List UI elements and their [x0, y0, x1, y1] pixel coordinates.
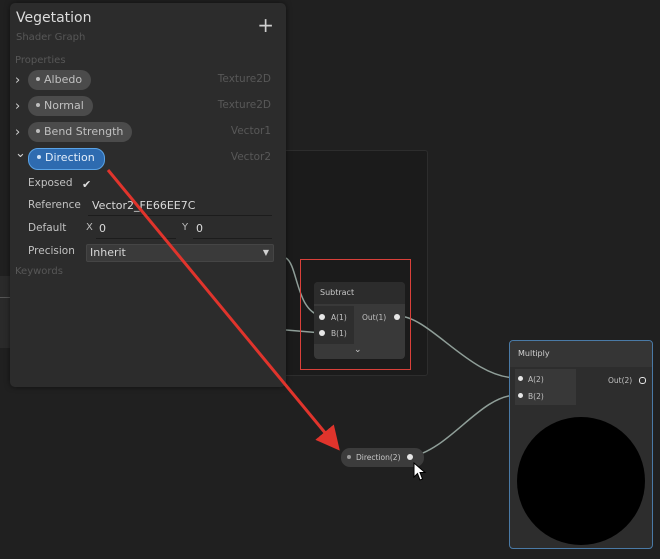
properties-header: Properties [15, 55, 66, 66]
default-y-underline [193, 238, 272, 239]
chevron-right-icon[interactable]: › [15, 73, 20, 89]
node-preview [517, 417, 645, 545]
reference-field[interactable]: Vector2_FE66EE7C [92, 199, 195, 212]
chevron-down-icon[interactable]: ⌄ [15, 146, 26, 162]
multiply-node[interactable]: Multiply A(2) B(2) Out(2) [509, 340, 653, 549]
default-label: Default [28, 222, 67, 234]
reference-label: Reference [28, 199, 81, 211]
direction-property-node[interactable]: Direction(2) [341, 448, 424, 467]
property-name: Bend Strength [44, 125, 124, 138]
add-property-button[interactable]: + [257, 15, 274, 35]
property-pill-normal[interactable]: Normal [28, 96, 93, 116]
property-name: Normal [44, 99, 84, 112]
property-row-bend-strength[interactable]: › Bend Strength Vector1 [10, 122, 286, 144]
shader-graph-canvas[interactable]: Vegetation Shader Graph + Properties › A… [0, 0, 660, 559]
property-type: Vector1 [230, 125, 271, 137]
precision-value: Inherit [90, 246, 126, 259]
property-type: Vector2 [230, 151, 271, 163]
input-port-b[interactable] [518, 393, 523, 398]
multiply-input-ports: A(2) B(2) [515, 369, 576, 405]
annotation-highlight-box [300, 259, 411, 370]
edge-direction-to-multiply [409, 394, 518, 458]
default-y-label: Y [182, 222, 189, 233]
output-port[interactable] [407, 454, 413, 460]
property-row-normal[interactable]: › Normal Texture2D [10, 96, 286, 118]
property-node-label: Direction(2) [356, 453, 401, 462]
property-pill-direction[interactable]: Direction [28, 148, 105, 170]
property-type: Texture2D [217, 73, 271, 85]
property-dot-icon [36, 129, 40, 133]
property-row-direction[interactable]: ⌄ Direction Vector2 [10, 146, 286, 170]
property-row-albedo[interactable]: › Albedo Texture2D [10, 70, 286, 92]
output-port[interactable] [639, 377, 646, 384]
blackboard-title: Vegetation [16, 10, 92, 26]
property-dot-icon [36, 77, 40, 81]
property-pill-bend-strength[interactable]: Bend Strength [28, 122, 133, 142]
input-port-a[interactable] [518, 376, 523, 381]
default-x-field[interactable]: 0 [99, 222, 106, 235]
exposed-label: Exposed [28, 177, 73, 189]
default-x-label: X [86, 222, 93, 233]
blackboard-panel: Vegetation Shader Graph + Properties › A… [10, 3, 286, 387]
exposed-checkbox[interactable]: ✔ [82, 178, 91, 191]
property-pill-albedo[interactable]: Albedo [28, 70, 92, 90]
property-name: Albedo [44, 73, 83, 86]
precision-dropdown[interactable]: Inherit ▼ [86, 244, 274, 262]
input-port-b-label: B(2) [528, 392, 544, 401]
default-y-field[interactable]: 0 [196, 222, 203, 235]
reference-underline [88, 215, 272, 216]
multiply-node-header[interactable]: Multiply [510, 341, 652, 367]
property-dot-icon [37, 155, 41, 159]
keywords-header: Keywords [15, 266, 63, 277]
property-dot-icon [347, 455, 351, 459]
property-dot-icon [36, 103, 40, 107]
precision-label: Precision [28, 245, 75, 257]
multiply-node-title: Multiply [518, 349, 550, 358]
chevron-right-icon[interactable]: › [15, 125, 20, 141]
property-name: Direction [45, 151, 95, 164]
blackboard-subtitle: Shader Graph [16, 32, 86, 43]
chevron-right-icon[interactable]: › [15, 99, 20, 115]
property-type: Texture2D [217, 99, 271, 111]
mouse-cursor-icon [413, 462, 427, 481]
input-port-a-label: A(2) [528, 375, 544, 384]
output-port-label: Out(2) [608, 376, 633, 385]
default-x-underline [96, 238, 176, 239]
dropdown-arrow-icon: ▼ [262, 248, 269, 257]
